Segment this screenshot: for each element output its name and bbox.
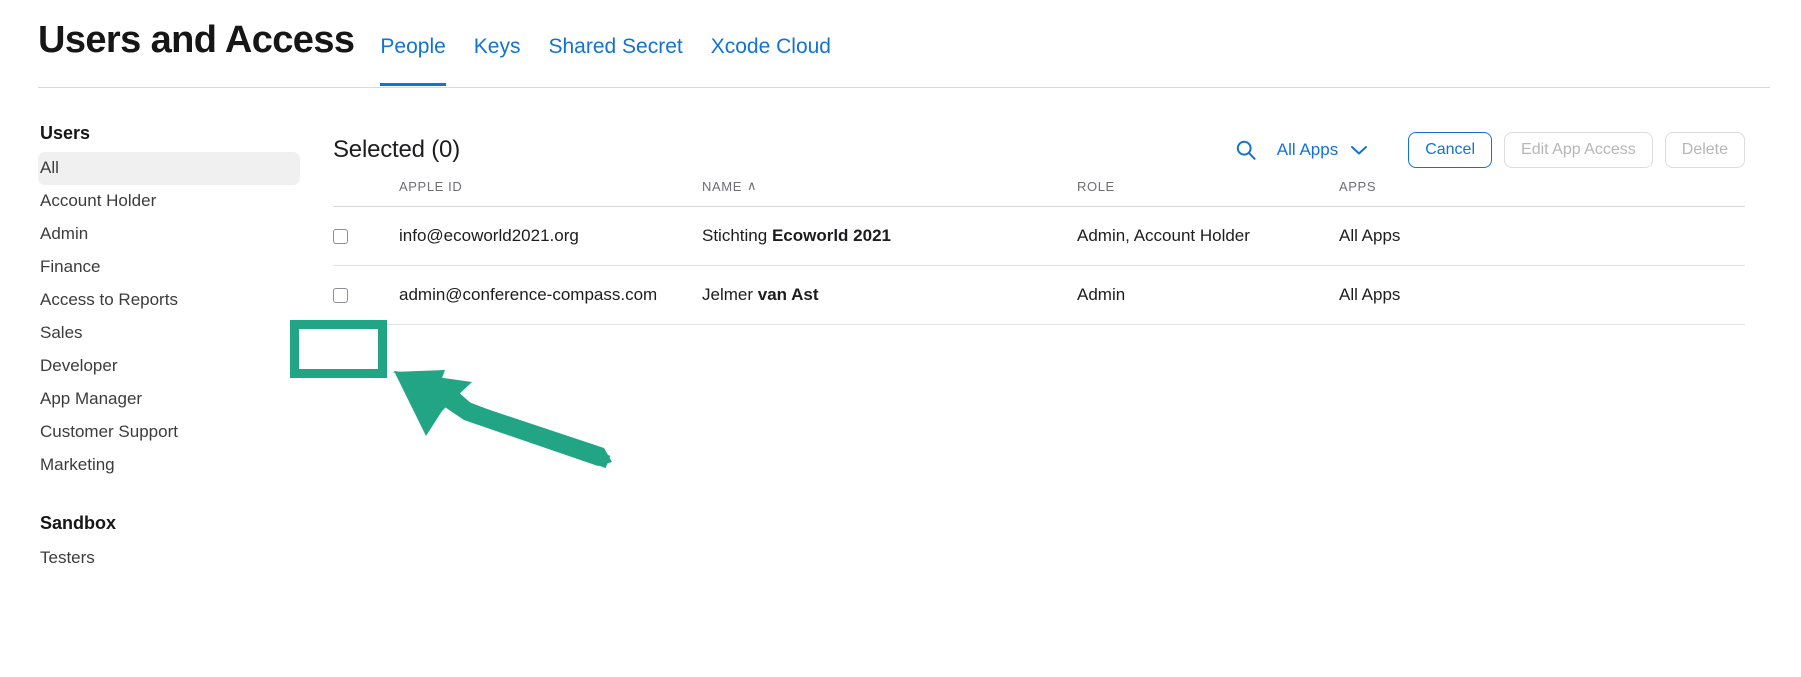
sidebar-item-account-holder[interactable]: Account Holder (38, 185, 300, 218)
row-select-cell (333, 206, 399, 266)
name-last: van Ast (757, 285, 819, 304)
column-header-name-label: Name (702, 179, 742, 194)
sidebar-item-all[interactable]: All (38, 152, 300, 185)
sidebar-item-finance[interactable]: Finance (38, 251, 300, 284)
selected-count-label: Selected (0) (333, 136, 460, 163)
apps-filter-label: All Apps (1276, 140, 1339, 159)
sidebar-item-customer-support[interactable]: Customer Support (38, 416, 300, 449)
sidebar-item-marketing[interactable]: Marketing (38, 449, 300, 482)
main-content: Selected (0) All Apps Cancel Edit App Ac… (333, 122, 1745, 325)
search-icon[interactable] (1233, 137, 1259, 163)
sidebar: Users All Account Holder Admin Finance A… (38, 122, 300, 575)
edit-app-access-button[interactable]: Edit App Access (1504, 132, 1653, 168)
tab-shared-secret[interactable]: Shared Secret (548, 34, 682, 60)
toolbar-actions: All Apps Cancel Edit App Access Delete (1233, 132, 1745, 168)
tab-bar: People Keys Shared Secret Xcode Cloud (380, 18, 831, 87)
users-table: Apple ID Name ∧ Role Apps info@ecoworld20… (333, 178, 1745, 325)
table-toolbar: Selected (0) All Apps Cancel Edit App Ac… (333, 122, 1745, 178)
cancel-button[interactable]: Cancel (1408, 132, 1493, 168)
sidebar-item-app-manager[interactable]: App Manager (38, 383, 300, 416)
column-header-apps[interactable]: Apps (1339, 178, 1745, 207)
table-row[interactable]: admin@conference-compass.com Jelmer van … (333, 265, 1745, 325)
sidebar-item-testers[interactable]: Testers (38, 542, 300, 575)
page-header: Users and Access People Keys Shared Secr… (38, 18, 1770, 88)
table-header-row: Apple ID Name ∧ Role Apps (333, 178, 1745, 207)
tab-keys[interactable]: Keys (474, 34, 521, 60)
column-header-role[interactable]: Role (1077, 178, 1339, 207)
sidebar-heading-sandbox: Sandbox (40, 513, 117, 533)
cell-name: Jelmer van Ast (702, 265, 1077, 325)
cell-apple-id: admin@conference-compass.com (399, 265, 702, 325)
users-table-body: info@ecoworld2021.org Stichting Ecoworld… (333, 206, 1745, 325)
tab-people[interactable]: People (380, 34, 447, 86)
sidebar-heading-users: Users (40, 123, 91, 143)
column-header-apple-id[interactable]: Apple ID (399, 178, 702, 207)
column-header-select (333, 178, 399, 207)
name-last: Ecoworld 2021 (771, 226, 891, 245)
tab-xcode-cloud[interactable]: Xcode Cloud (711, 34, 831, 60)
sidebar-item-admin[interactable]: Admin (38, 218, 300, 251)
sidebar-sandbox-list: Testers (38, 542, 300, 575)
cell-role: Admin (1077, 265, 1339, 325)
sidebar-item-access-to-reports[interactable]: Access to Reports (38, 284, 300, 317)
cell-name: Stichting Ecoworld 2021 (702, 206, 1077, 266)
users-table-head: Apple ID Name ∧ Role Apps (333, 178, 1745, 207)
sidebar-users-list: All Account Holder Admin Finance Access … (38, 152, 300, 482)
name-first: Stichting (702, 226, 768, 245)
annotation-arrow-shaft (437, 391, 611, 469)
annotation-highlight-box (290, 320, 387, 378)
cell-apps: All Apps (1339, 206, 1745, 266)
row-select-cell (333, 265, 399, 325)
row-select-checkbox[interactable] (333, 228, 348, 244)
chevron-down-icon (1350, 144, 1368, 156)
cell-apps: All Apps (1339, 265, 1745, 325)
cell-role: Admin, Account Holder (1077, 206, 1339, 266)
cell-apple-id: info@ecoworld2021.org (399, 206, 702, 266)
sort-ascending-icon: ∧ (746, 178, 758, 193)
page-title: Users and Access (38, 19, 355, 61)
row-select-checkbox[interactable] (333, 287, 348, 303)
apps-filter-dropdown[interactable]: All Apps (1277, 140, 1368, 160)
column-header-name[interactable]: Name ∧ (702, 178, 1077, 207)
sidebar-section-divider (38, 482, 300, 512)
sidebar-item-developer[interactable]: Developer (38, 350, 300, 383)
name-first: Jelmer (702, 285, 754, 304)
table-row[interactable]: info@ecoworld2021.org Stichting Ecoworld… (333, 206, 1745, 266)
annotation-arrow-head (394, 371, 472, 436)
sidebar-item-sales[interactable]: Sales (38, 317, 300, 350)
delete-button[interactable]: Delete (1664, 132, 1745, 168)
